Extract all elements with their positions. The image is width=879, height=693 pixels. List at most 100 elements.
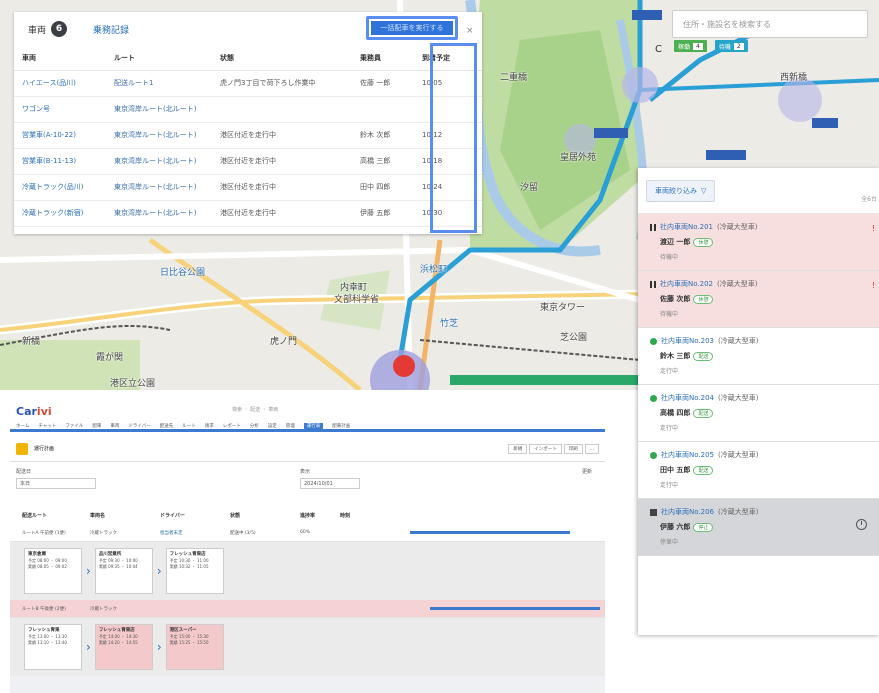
table-cell[interactable]: 冷蔵トラック(品川) xyxy=(14,174,106,201)
nav-item[interactable]: ホーム xyxy=(16,423,29,429)
status-badge: 配送 xyxy=(693,408,714,418)
timeline-bar[interactable] xyxy=(410,531,570,534)
filter-label: 表示 xyxy=(300,469,311,475)
display-select[interactable]: 2024/10/01 xyxy=(300,478,360,489)
filter-chip-waiting[interactable]: 待機 2 xyxy=(714,40,748,52)
vehicle-list-item[interactable]: 社内車両No.203 (冷蔵大型車) 鈴木 三郎 配送 走行中 xyxy=(638,328,879,385)
table-cell[interactable]: 営業車(A-10-22) xyxy=(14,122,106,149)
import-button[interactable]: インポート xyxy=(529,444,562,454)
nav-item[interactable]: 配送先 xyxy=(160,423,174,429)
stop-card[interactable]: 港区スーパー 予定 15:00 ・ 15:30 実績 15:25 ・ 15:50 xyxy=(165,624,224,670)
map-control-icon[interactable]: C xyxy=(655,44,662,55)
column-header[interactable]: 車両名 xyxy=(90,512,105,519)
vehicle-name[interactable]: 社内車両No.202 xyxy=(660,279,713,289)
close-icon[interactable]: × xyxy=(466,26,474,36)
clock-icon[interactable] xyxy=(856,519,867,530)
table-row[interactable]: 営業車(B-11-13) 東京湾岸ルート(北ルート) 港区付近を走行中 高橋 三郎 10… xyxy=(14,148,482,175)
nav-item[interactable]: 請求 xyxy=(205,423,214,429)
vehicle-list-item[interactable]: 社内車両No.201 (冷蔵大型車) 渡辺 一郎 休憩 待機中! xyxy=(638,214,879,271)
column-header[interactable]: 乗務員 xyxy=(352,46,414,71)
table-cell[interactable]: 東京湾岸ルート(北ルート) xyxy=(106,122,212,149)
vehicle-list-item[interactable]: 社内車両No.202 (冷蔵大型車) 佐藤 次郎 休憩 待機中! xyxy=(638,271,879,328)
driver-name: 高橋 四郎 xyxy=(660,409,691,417)
table-cell[interactable]: 配送ルート1 xyxy=(106,70,212,97)
vehicle-note: 走行中 xyxy=(660,482,679,489)
vehicle-list-item[interactable]: 社内車両No.205 (冷蔵大型車) 田中 五郎 配送 走行中 xyxy=(638,442,879,499)
nav-item[interactable]: レポート xyxy=(223,423,241,429)
column-header[interactable]: 時刻 xyxy=(340,512,350,519)
nav-item[interactable]: 管理 xyxy=(286,423,295,429)
app-logo[interactable]: Carivi xyxy=(16,405,52,418)
status-filter-chips: 稼働 4 待機 2 xyxy=(674,40,748,52)
vehicle-name[interactable]: 社内車両No.206 xyxy=(661,507,714,517)
table-cell[interactable]: 営業車(B-11-13) xyxy=(14,148,106,175)
vehicle-name[interactable]: 社内車両No.204 xyxy=(661,393,714,403)
timeline-bar[interactable] xyxy=(430,607,600,610)
nav-item[interactable]: 設定 xyxy=(268,423,277,429)
table-row[interactable]: 冷蔵トラック(新宿) 東京湾岸ルート(北ルート) 港区付近を走行中 伊藤 五郎 10:3… xyxy=(14,200,482,227)
stop-card[interactable]: フレッシュ青果店 予定 10:30 ・ 11:00 実績 10:32 ・ 11:05 xyxy=(165,548,224,594)
nav-item[interactable]: 配車計画 xyxy=(332,423,350,429)
column-header[interactable]: 配送ルート xyxy=(22,512,47,519)
table-cell[interactable]: 東京湾岸ルート(北ルート) xyxy=(106,148,212,175)
nav-item[interactable]: 分析 xyxy=(250,423,259,429)
table-cell: 港区付近を走行中 xyxy=(212,148,352,175)
table-row[interactable]: ハイエース(品川) 配送ルート1 虎ノ門3丁目で荷下ろし作業中 佐藤 一郎 10:05 xyxy=(14,70,482,97)
vehicle-name[interactable]: 社内車両No.203 xyxy=(661,336,714,346)
more-button[interactable]: ... xyxy=(584,444,599,454)
table-cell[interactable]: ハイエース(品川) xyxy=(14,70,106,97)
schedule-row[interactable]: ルートB 午後便 (2便) 冷蔵トラック xyxy=(10,600,605,618)
nav-item[interactable]: ルート xyxy=(182,423,196,429)
print-button[interactable]: 印刷 xyxy=(563,444,583,454)
page-title: 運行計画 xyxy=(34,446,55,452)
filter-chip-active[interactable]: 稼働 4 xyxy=(674,40,707,52)
nav-item[interactable]: 運行表 xyxy=(303,422,324,429)
date-select[interactable]: 本日 xyxy=(16,478,96,489)
stop-actual: 実績 10:32 ・ 11:05 xyxy=(169,563,209,569)
stop-card[interactable]: 東京倉庫 予定 08:00 ・ 09:00 実績 08:05 ・ 09:02 xyxy=(24,548,82,594)
column-header[interactable]: 状態 xyxy=(230,512,240,519)
nav-item[interactable]: ドライバー xyxy=(128,423,150,429)
schedule-row[interactable]: ルートA 午前便 (1便) 冷蔵トラック 担当者未定 配送中 (3/5) 60% xyxy=(10,524,605,542)
column-header[interactable]: ルート xyxy=(106,46,212,71)
table-cell[interactable]: 東京湾岸ルート(北ルート) xyxy=(106,200,212,227)
global-search[interactable]: 検索 ・ 配送 ・ 車両 xyxy=(232,406,278,413)
vehicle-name[interactable]: 社内車両No.201 xyxy=(660,222,713,232)
table-cell[interactable]: 東京湾岸ルート(北ルート) xyxy=(106,96,212,123)
stop-card[interactable]: 品川営業所 予定 09:30 ・ 10:00 実績 09:35 ・ 10:04 xyxy=(94,548,153,594)
vehicle-note: 走行中 xyxy=(660,425,679,432)
map-search-input[interactable]: 住所・施設名を検索する xyxy=(672,10,868,38)
bulk-dispatch-button[interactable]: 一括配車を実行する xyxy=(371,21,453,35)
column-header[interactable]: 車両 xyxy=(14,46,106,71)
nav-item[interactable]: 車両 xyxy=(110,423,119,429)
status-badge: 休憩 xyxy=(693,237,714,247)
map-label: 皇居外苑 xyxy=(560,153,597,163)
tab-records-label: 乗務記録 xyxy=(93,25,130,36)
tab-vehicles[interactable]: 車両 6 xyxy=(28,21,68,37)
new-button[interactable]: 新規 xyxy=(508,444,528,454)
stop-card[interactable]: フレッシュ青果 予定 13:00 ・ 13:30 実績 13:10 ・ 13:40 xyxy=(24,624,82,670)
column-header[interactable]: 進捗率 xyxy=(300,512,315,519)
table-row[interactable]: 営業車(A-10-22) 東京湾岸ルート(北ルート) 港区付近を走行中 鈴木 次郎 10… xyxy=(14,122,482,149)
table-cell[interactable]: ワゴン号 xyxy=(14,96,106,123)
vehicle-name[interactable]: 社内車両No.205 xyxy=(661,450,714,460)
vehicle-filter-button[interactable]: 車両絞り込み ▽ xyxy=(646,179,716,202)
stop-card[interactable]: フレッシュ青果店 予定 14:00 ・ 14:30 実績 14:20 ・ 14:55 xyxy=(94,624,153,670)
row-cell: ルートB 午後便 (2便) xyxy=(22,606,66,612)
vehicle-list-item[interactable]: 社内車両No.206 (冷蔵大型車) 伊藤 六郎 停止 停車中 xyxy=(638,499,879,556)
table-cell[interactable]: 冷蔵トラック(新宿) xyxy=(14,200,106,227)
column-header[interactable]: 状態 xyxy=(212,46,352,71)
arrival-column-highlight xyxy=(430,43,477,233)
nav-item[interactable]: 配車 xyxy=(92,423,101,429)
column-header[interactable]: ドライバー xyxy=(160,512,185,519)
active-status-icon xyxy=(650,394,657,402)
tab-records[interactable]: 乗務記録 xyxy=(93,23,129,36)
table-row[interactable]: 冷蔵トラック(品川) 東京湾岸ルート(北ルート) 港区付近を走行中 田中 四郎 10:2… xyxy=(14,174,482,201)
scheduler-filters: 配送日 本日 表示 2024/10/01 更新 xyxy=(10,462,605,506)
nav-item[interactable]: ファイル xyxy=(65,423,83,429)
vehicle-list-item[interactable]: 社内車両No.204 (冷蔵大型車) 高橋 四郎 配送 走行中 xyxy=(638,385,879,442)
table-row[interactable]: ワゴン号 東京湾岸ルート(北ルート) xyxy=(14,96,482,123)
row-cell[interactable]: 担当者未定 xyxy=(160,530,183,536)
table-cell[interactable]: 東京湾岸ルート(北ルート) xyxy=(106,174,212,201)
nav-item[interactable]: チャット xyxy=(38,423,56,429)
